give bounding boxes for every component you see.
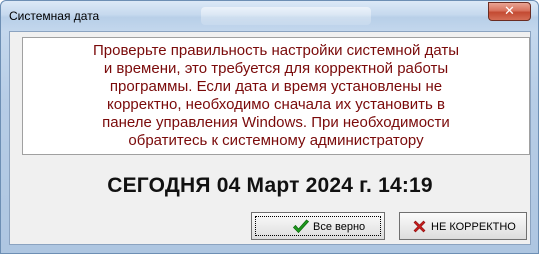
close-button[interactable]: ✕	[488, 2, 531, 21]
current-date-time: СЕГОДНЯ 04 Март 2024 г. 14:19	[107, 174, 433, 197]
incorrect-label: НЕ КОРРЕКТНО	[431, 221, 516, 233]
message-line: панеле управления Windows. При необходим…	[102, 114, 450, 131]
message-line: программы. Если дата и время установлены…	[109, 78, 443, 95]
title-bar[interactable]: Системная дата ✕	[1, 1, 538, 31]
window-bottom-border	[1, 245, 538, 253]
message-line: корректно, необходимо сначала их установ…	[107, 96, 445, 113]
message-line: Проверьте правильность настройки системн…	[93, 42, 459, 59]
title-bar-highlight	[201, 7, 371, 25]
system-date-dialog: Системная дата ✕ Проверьте правильность …	[0, 0, 539, 254]
confirm-correct-label: Все верно	[313, 221, 366, 233]
message-line: обратитесь к системному администратору	[128, 132, 424, 149]
close-icon: ✕	[504, 4, 515, 19]
cross-icon	[413, 220, 426, 233]
incorrect-button[interactable]: НЕ КОРРЕКТНО	[399, 212, 527, 240]
confirm-correct-button[interactable]: Все верно	[251, 212, 385, 240]
window-title: Системная дата	[9, 9, 100, 23]
dialog-body: Проверьте правильность настройки системн…	[9, 31, 531, 245]
message-line: и времени, это требуется для корректной …	[103, 60, 449, 77]
warning-message-panel: Проверьте правильность настройки системн…	[22, 37, 530, 155]
check-icon	[292, 219, 310, 234]
